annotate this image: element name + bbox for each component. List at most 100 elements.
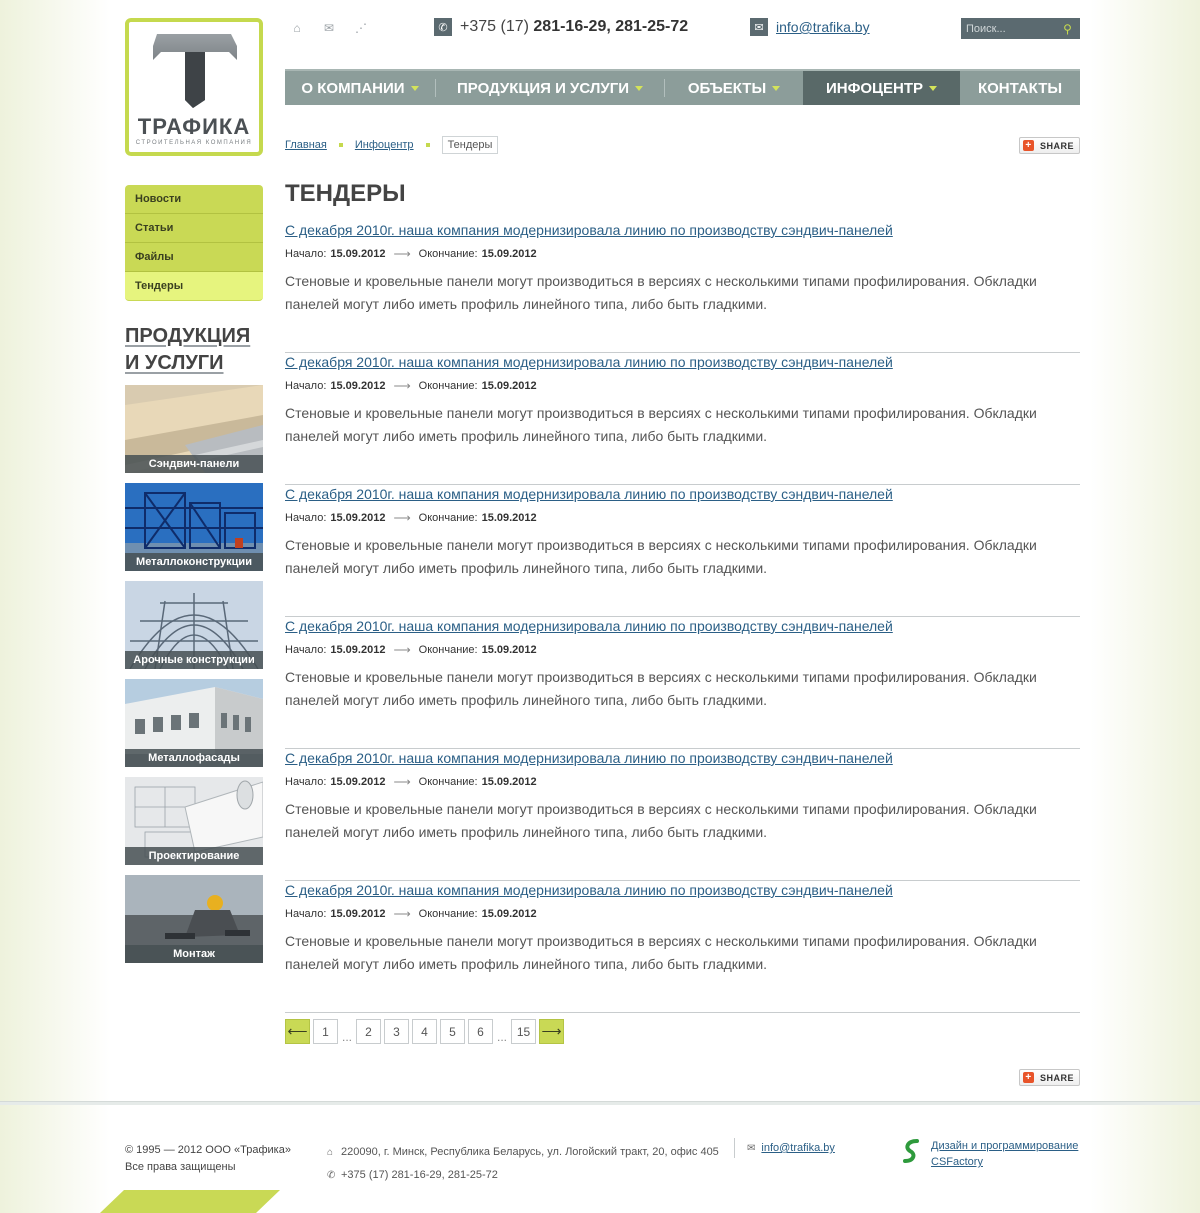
product-tile-sandwich[interactable]: Сэндвич-панели	[125, 385, 263, 473]
tile-caption: Арочные конструкции	[125, 651, 263, 669]
tender-description: Стеновые и кровельные панели могут произ…	[285, 933, 1037, 972]
tender-title-link[interactable]: С декабря 2010г. наша компания модернизи…	[285, 354, 893, 370]
breadcrumb-home[interactable]: Главная	[285, 139, 327, 151]
share-label: SHARE	[1040, 1072, 1075, 1083]
tender-dates: Начало: 15.09.2012 ⟶ Окончание: 15.09.2012	[285, 775, 537, 789]
tile-caption: Сэндвич-панели	[125, 455, 263, 473]
phone-icon: ✆	[327, 1170, 336, 1181]
start-label: Начало:	[285, 644, 327, 656]
page-link-15[interactable]: 15	[511, 1019, 537, 1044]
site-logo[interactable]: ТРАФИКА СТРОИТЕЛЬНАЯ КОМПАНИЯ	[125, 18, 263, 156]
products-heading-line2: и услуги	[125, 352, 224, 374]
footer-decor-stripe	[100, 1190, 280, 1213]
sidebar-item-articles[interactable]: Статьи	[125, 214, 263, 243]
start-label: Начало:	[285, 908, 327, 920]
csfactory-logo-icon[interactable]	[901, 1138, 923, 1164]
tender-item: С декабря 2010г. наша компания модернизи…	[285, 749, 1080, 881]
top-utility-icons: ⌂ ✉ ⋰	[288, 20, 370, 36]
breadcrumb-infocenter[interactable]: Инфоцентр	[355, 139, 414, 151]
start-date: 15.09.2012	[330, 248, 386, 260]
home-icon[interactable]: ⌂	[288, 20, 306, 36]
share-button-bottom[interactable]: + SHARE	[1019, 1069, 1080, 1086]
breadcrumb: Главная Инфоцентр Тендеры	[285, 136, 499, 154]
products-heading-line1: Продукция	[125, 325, 251, 347]
nav-item-objects[interactable]: Объекты	[665, 71, 803, 105]
tender-item: С декабря 2010г. наша компания модернизи…	[285, 353, 1080, 485]
nav-item-products[interactable]: Продукция и услуги	[436, 71, 664, 105]
plus-icon: +	[1023, 1072, 1034, 1083]
product-tile-design[interactable]: Проектирование	[125, 777, 263, 865]
sidebar-item-files[interactable]: Файлы	[125, 243, 263, 272]
developer-name-link[interactable]: CSFactory	[931, 1156, 983, 1168]
sidebar-item-news[interactable]: Новости	[125, 185, 263, 214]
nav-item-infocenter[interactable]: Инфоцентр	[803, 71, 960, 105]
tender-description: Стеновые и кровельные панели могут произ…	[285, 537, 1037, 576]
sidebar-item-tenders[interactable]: Тендеры	[125, 272, 263, 301]
footer-contacts: ⌂ 220090, г. Минск, Республика Беларусь, …	[327, 1141, 719, 1187]
tender-description: Стеновые и кровельные панели могут произ…	[285, 801, 1037, 840]
developer-link[interactable]: Дизайн и программирование	[931, 1140, 1078, 1152]
phone-prefix: +375 (17)	[460, 18, 529, 35]
end-label: Окончание:	[418, 380, 478, 392]
start-label: Начало:	[285, 380, 327, 392]
product-tile-arch-structures[interactable]: Арочные конструкции	[125, 581, 263, 669]
arrow-right-icon: ⟶	[393, 379, 411, 393]
page-link-5[interactable]: 5	[440, 1019, 466, 1044]
end-date: 15.09.2012	[481, 908, 537, 920]
product-tile-metal-facades[interactable]: Металлофасады	[125, 679, 263, 767]
page-link-1[interactable]: 1	[313, 1019, 338, 1044]
end-label: Окончание:	[418, 908, 478, 920]
search-input[interactable]	[961, 18, 1057, 39]
next-page-button[interactable]: ⟶	[539, 1019, 565, 1044]
tile-caption: Монтаж	[125, 945, 263, 963]
products-heading[interactable]: Продукция и услуги	[125, 323, 250, 377]
page-title: Тендеры	[285, 180, 406, 207]
tender-list: С декабря 2010г. наша компания модернизи…	[285, 221, 1080, 1013]
page-link-6[interactable]: 6	[468, 1019, 494, 1044]
header-email-link[interactable]: info@trafika.by	[776, 19, 870, 35]
end-label: Окончание:	[418, 776, 478, 788]
end-date: 15.09.2012	[481, 248, 537, 260]
breadcrumb-separator	[425, 143, 430, 147]
prev-page-button[interactable]: ⟵	[285, 1019, 310, 1044]
footer-phone: +375 (17) 281-16-29, 281-25-72	[341, 1169, 498, 1181]
pager-ellipsis: ...	[497, 1030, 508, 1044]
header-phone: ✆ +375 (17) 281-16-29, 281-25-72	[434, 18, 688, 36]
nav-item-label: Инфоцентр	[825, 79, 924, 97]
arrow-right-icon: ⟶	[541, 1023, 562, 1039]
tender-description: Стеновые и кровельные панели могут произ…	[285, 273, 1037, 312]
nav-item-contacts[interactable]: Контакты	[960, 71, 1080, 105]
chevron-down-icon	[772, 85, 781, 91]
tender-dates: Начало: 15.09.2012 ⟶ Окончание: 15.09.2012	[285, 643, 537, 657]
tender-title-link[interactable]: С декабря 2010г. наша компания модернизи…	[285, 222, 893, 238]
tender-title-link[interactable]: С декабря 2010г. наша компания модернизи…	[285, 750, 893, 766]
page-link-4[interactable]: 4	[412, 1019, 438, 1044]
start-date: 15.09.2012	[330, 776, 386, 788]
sitemap-icon[interactable]: ⋰	[352, 20, 370, 36]
nav-item-label: Объекты	[687, 79, 767, 97]
arrow-right-icon: ⟶	[393, 247, 411, 261]
product-tile-installation[interactable]: Монтаж	[125, 875, 263, 963]
page-link-3[interactable]: 3	[384, 1019, 410, 1044]
nav-item-about[interactable]: О компании	[285, 71, 435, 105]
start-date: 15.09.2012	[330, 380, 386, 392]
search-icon[interactable]: ⚲	[1057, 18, 1078, 39]
tender-title-link[interactable]: С декабря 2010г. наша компания модернизи…	[285, 618, 893, 634]
tender-title-link[interactable]: С декабря 2010г. наша компания модернизи…	[285, 486, 893, 502]
tender-item: С декабря 2010г. наша компания модернизи…	[285, 485, 1080, 617]
share-button-top[interactable]: + SHARE	[1019, 137, 1080, 154]
logo-brand-text: ТРАФИКА	[137, 114, 251, 139]
product-tile-metal-structures[interactable]: Металлоконструкции	[125, 483, 263, 571]
footer-email-link[interactable]: info@trafika.by	[761, 1142, 835, 1154]
search-box: ⚲	[961, 18, 1080, 39]
mail-icon[interactable]: ✉	[320, 20, 338, 36]
chevron-down-icon	[634, 85, 643, 91]
house-icon: ⌂	[327, 1147, 334, 1158]
phone-number: +375 (17) 281-16-29, 281-25-72	[460, 18, 688, 36]
footer-copyright: © 1995 — 2012 ООО «Трафика» Все права за…	[125, 1142, 291, 1176]
share-label: SHARE	[1040, 140, 1075, 151]
page-link-2[interactable]: 2	[356, 1019, 382, 1044]
tender-title-link[interactable]: С декабря 2010г. наша компания модернизи…	[285, 882, 893, 898]
sidebar-menu: Новости Статьи Файлы Тендеры	[125, 185, 263, 301]
envelope-icon: ✉	[750, 18, 768, 36]
